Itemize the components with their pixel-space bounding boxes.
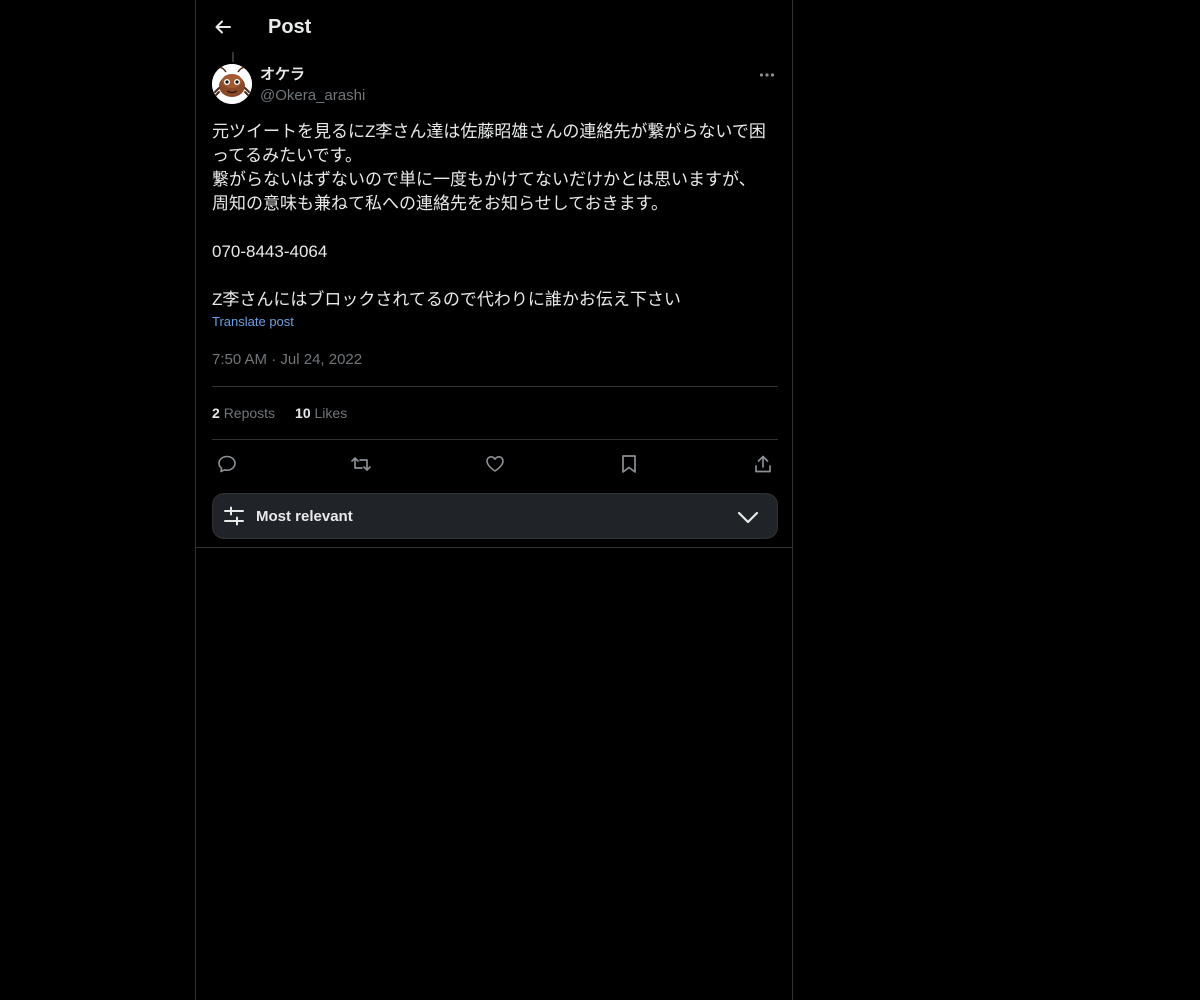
share-icon xyxy=(755,455,771,473)
sort-label: Most relevant xyxy=(256,508,353,525)
sliders-icon xyxy=(224,506,244,526)
post-actions xyxy=(212,440,778,488)
translate-post-link[interactable]: Translate post xyxy=(212,314,294,330)
back-button[interactable] xyxy=(208,10,238,44)
post-date: Jul 24, 2022 xyxy=(280,351,363,368)
reposts-count: 2 xyxy=(212,405,220,421)
post-text: 元ツイートを見るにZ李さん達は佐藤昭雄さんの連絡先が繋がらないで困ってるみたいで… xyxy=(212,122,766,309)
author-row: オケラ @Okera_arashi xyxy=(212,64,778,108)
repost-icon xyxy=(351,457,371,471)
likes-stat[interactable]: 10 Likes xyxy=(295,405,347,421)
post-time: 7:50 AM xyxy=(212,351,268,368)
post-header: Post xyxy=(196,0,792,53)
bookmark-icon xyxy=(622,455,636,473)
divider xyxy=(196,547,792,548)
bookmark-button[interactable] xyxy=(618,453,640,475)
likes-count: 10 xyxy=(295,405,311,421)
author-handle[interactable]: @Okera_arashi xyxy=(260,86,365,106)
post: オケラ @Okera_arashi 元ツイートを見るにZ李さん達は佐藤昭雄さんの… xyxy=(212,64,778,488)
repost-button[interactable] xyxy=(350,453,372,475)
more-options-button[interactable] xyxy=(756,64,778,86)
reply-button[interactable] xyxy=(216,453,238,475)
page-title: Post xyxy=(268,16,312,38)
share-button[interactable] xyxy=(752,453,774,475)
post-detail-column: Post オケラ @Okera_arashi 元ツイートを見るにZ李さん達は佐藤… xyxy=(195,0,793,1000)
engagement-stats: 2 Reposts 10 Likes xyxy=(212,387,778,439)
author-name[interactable]: オケラ xyxy=(260,65,305,85)
reposts-stat[interactable]: 2 Reposts xyxy=(212,405,275,421)
timestamp-separator: · xyxy=(271,351,277,368)
like-button[interactable] xyxy=(484,453,506,475)
reposts-label: Reposts xyxy=(223,405,276,421)
cricket-avatar-icon xyxy=(212,64,252,104)
arrow-left-icon xyxy=(215,20,231,34)
likes-label: Likes xyxy=(314,405,348,421)
reply-icon xyxy=(218,455,236,473)
more-horizontal-icon xyxy=(759,73,775,77)
post-timestamp[interactable]: 7:50 AM · Jul 24, 2022 xyxy=(212,350,778,370)
thread-connector-line xyxy=(232,52,234,62)
reply-sort-dropdown[interactable]: Most relevant xyxy=(212,493,778,539)
like-icon xyxy=(486,456,504,472)
chevron-down-icon xyxy=(737,511,759,524)
avatar[interactable] xyxy=(212,64,252,104)
